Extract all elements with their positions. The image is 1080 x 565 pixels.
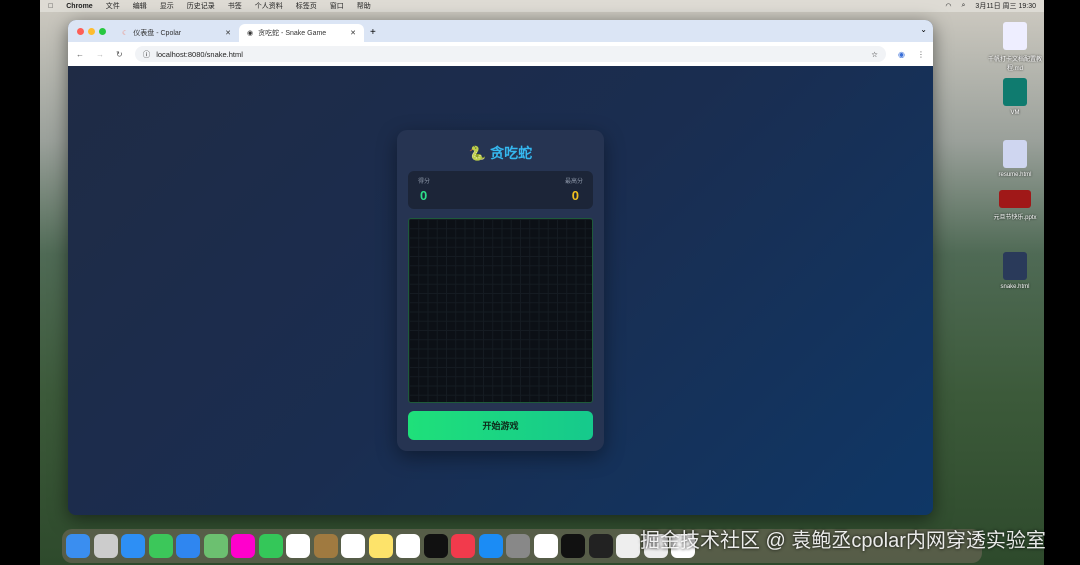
html-file-icon bbox=[1003, 252, 1027, 280]
html-file-icon bbox=[1003, 140, 1027, 168]
menu-window[interactable]: 窗口 bbox=[330, 1, 344, 11]
mac-menubar:  Chrome 文件 编辑 显示 历史记录 书签 个人资料 标签页 窗口 帮助… bbox=[40, 0, 1044, 12]
mail-icon[interactable] bbox=[176, 534, 200, 558]
new-tab-icon[interactable]: + bbox=[370, 27, 376, 38]
time-machine-icon bbox=[1003, 78, 1027, 106]
tab-search-icon[interactable]: ⌄ bbox=[920, 25, 927, 34]
tab-snake[interactable]: ◉ 贪吃蛇 - Snake Game ✕ bbox=[239, 24, 364, 42]
address-bar[interactable]: ⓘ localhost:8080/snake.html ☆ bbox=[134, 46, 887, 62]
menu-edit[interactable]: 编辑 bbox=[133, 1, 147, 11]
terminal-icon[interactable] bbox=[561, 534, 585, 558]
desktop-file-resume[interactable]: resume.html bbox=[985, 140, 1045, 178]
game-title-text: 贪吃蛇 bbox=[490, 145, 533, 161]
letterbox-left bbox=[0, 0, 40, 565]
tab-title: 仪表盘 - Cpolar bbox=[133, 30, 182, 37]
facetime-icon[interactable] bbox=[258, 534, 283, 558]
freeform-icon[interactable] bbox=[396, 534, 420, 558]
apple-tv-icon[interactable] bbox=[423, 534, 448, 558]
desktop-file-vm[interactable]: VM bbox=[985, 78, 1045, 116]
finder-icon[interactable] bbox=[66, 534, 90, 558]
pptx-file-icon bbox=[999, 190, 1031, 208]
close-tab-icon[interactable]: ✕ bbox=[350, 29, 356, 37]
tab-title: 贪吃蛇 - Snake Game bbox=[258, 30, 327, 37]
markdown-file-icon bbox=[1003, 22, 1027, 50]
start-game-button[interactable]: 开始游戏 bbox=[408, 411, 593, 440]
calendar-icon[interactable] bbox=[286, 534, 310, 558]
high-score-label: 最高分 bbox=[564, 179, 583, 185]
desktop-file-snake[interactable]: snake.html bbox=[985, 252, 1045, 290]
desktop-file-md[interactable]: 千帆打卡文档配置教程.md bbox=[985, 22, 1045, 72]
menu-bookmarks[interactable]: 书签 bbox=[228, 1, 242, 11]
cpolar-icon: ☾ bbox=[122, 30, 129, 37]
menu-profiles[interactable]: 个人资料 bbox=[255, 1, 283, 11]
file-label: 元旦节快乐.pptx bbox=[993, 215, 1037, 221]
search-icon[interactable]: ⌕ bbox=[962, 2, 966, 10]
page-content: 🐍 贪吃蛇 得分 0 最高分 0 开始游戏 bbox=[68, 66, 933, 515]
file-label: 千帆打卡文档配置教程.md bbox=[987, 57, 1042, 72]
score-label: 得分 bbox=[418, 179, 431, 185]
bookmark-star-icon[interactable]: ☆ bbox=[871, 50, 878, 59]
reminders-icon[interactable] bbox=[341, 534, 365, 558]
browser-window: ☾ 仪表盘 - Cpolar ✕ ◉ 贪吃蛇 - Snake Game ✕ + ⌄ ← … bbox=[68, 20, 933, 515]
score-value: 0 bbox=[420, 188, 428, 203]
maps-icon[interactable] bbox=[203, 534, 228, 558]
forward-icon[interactable]: → bbox=[96, 50, 104, 59]
menu-tab[interactable]: 标签页 bbox=[296, 1, 317, 11]
menu-view[interactable]: 显示 bbox=[160, 1, 174, 11]
snake-icon: 🐍 bbox=[468, 145, 487, 161]
file-label: resume.html bbox=[998, 172, 1032, 178]
letterbox-right bbox=[1044, 0, 1080, 565]
system-settings-icon[interactable] bbox=[506, 534, 530, 558]
reload-icon[interactable]: ↻ bbox=[116, 50, 123, 59]
url-text: localhost:8080/snake.html bbox=[156, 49, 243, 59]
app-store-icon[interactable] bbox=[478, 534, 503, 558]
apple-icon[interactable]:  bbox=[48, 3, 53, 10]
preview-icon[interactable] bbox=[616, 534, 640, 558]
desktop-file-pptx[interactable]: 元旦节快乐.pptx bbox=[985, 190, 1045, 221]
game-title: 🐍 贪吃蛇 bbox=[397, 143, 604, 163]
tab-strip: ☾ 仪表盘 - Cpolar ✕ ◉ 贪吃蛇 - Snake Game ✕ + ⌄ bbox=[68, 20, 933, 42]
back-icon[interactable]: ← bbox=[76, 50, 84, 59]
contacts-icon[interactable] bbox=[313, 534, 338, 558]
safari-icon[interactable] bbox=[121, 534, 145, 558]
zoom-button[interactable] bbox=[99, 28, 106, 35]
close-tab-icon[interactable]: ✕ bbox=[225, 29, 231, 37]
close-window-button[interactable] bbox=[77, 28, 84, 35]
clock[interactable]: 3月11日 周三 19:30 bbox=[975, 1, 1036, 11]
game-card: 🐍 贪吃蛇 得分 0 最高分 0 开始游戏 bbox=[397, 130, 604, 451]
launchpad-icon[interactable] bbox=[93, 534, 118, 558]
profile-icon[interactable]: ◉ bbox=[898, 50, 905, 59]
photos-icon[interactable] bbox=[231, 534, 255, 558]
globe-icon: ◉ bbox=[247, 30, 254, 37]
sync-app-icon[interactable] bbox=[533, 534, 558, 558]
score-panel: 得分 0 最高分 0 bbox=[408, 171, 593, 209]
music-icon[interactable] bbox=[451, 534, 475, 558]
high-score-value: 0 bbox=[571, 188, 579, 203]
menu-file[interactable]: 文件 bbox=[106, 1, 120, 11]
menu-dots-icon[interactable]: ⋮ bbox=[917, 50, 925, 59]
minimize-button[interactable] bbox=[88, 28, 95, 35]
watermark: 掘金技术社区 @ 袁鲍丞cpolar内网穿透实验室 bbox=[640, 530, 1046, 552]
notes-icon[interactable] bbox=[368, 534, 393, 558]
wifi-icon[interactable]: ◠ bbox=[945, 2, 951, 10]
game-board[interactable] bbox=[408, 218, 593, 403]
file-label: VM bbox=[1010, 110, 1020, 116]
menu-history[interactable]: 历史记录 bbox=[187, 1, 215, 11]
app-icon[interactable] bbox=[588, 534, 613, 558]
menu-help[interactable]: 帮助 bbox=[357, 1, 371, 11]
info-icon: ⓘ bbox=[142, 49, 151, 59]
browser-toolbar: ← → ↻ ⓘ localhost:8080/snake.html ☆ ◉ ⋮ bbox=[68, 42, 933, 66]
tab-cpolar[interactable]: ☾ 仪表盘 - Cpolar ✕ bbox=[114, 24, 239, 42]
messages-icon[interactable] bbox=[148, 534, 173, 558]
file-label: snake.html bbox=[1000, 284, 1030, 290]
menu-app[interactable]: Chrome bbox=[66, 3, 92, 10]
